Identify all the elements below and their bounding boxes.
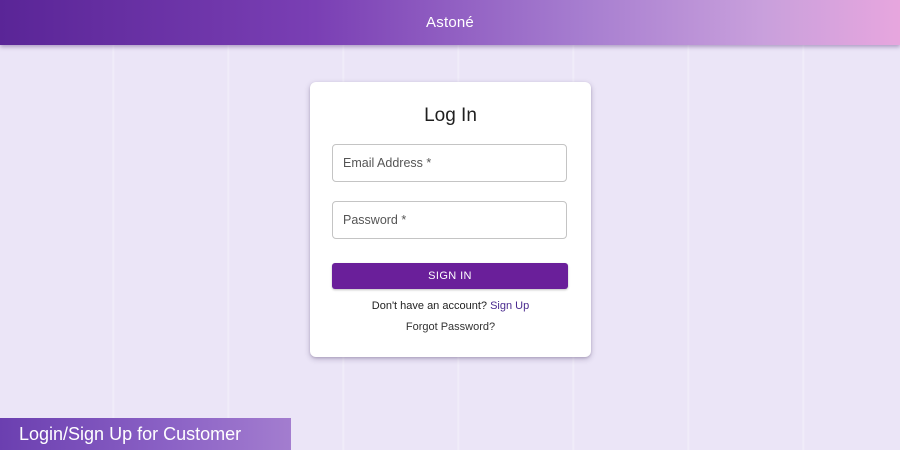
brand-title[interactable]: Astoné bbox=[426, 14, 474, 31]
login-title: Log In bbox=[424, 105, 477, 126]
sign-in-button[interactable]: SIGN IN bbox=[332, 263, 568, 289]
caption-banner: Login/Sign Up for Customer bbox=[0, 418, 291, 450]
email-field[interactable]: Email Address * bbox=[332, 144, 567, 182]
signup-prompt-line: Don't have an account? Sign Up bbox=[310, 300, 591, 312]
sign-up-link[interactable]: Sign Up bbox=[490, 300, 529, 312]
password-field[interactable]: Password * bbox=[332, 201, 567, 239]
password-field-label: Password * bbox=[343, 213, 407, 227]
login-card: Log In Email Address * Password * SIGN I… bbox=[310, 82, 591, 357]
email-field-label: Email Address * bbox=[343, 156, 432, 170]
signup-prompt-text: Don't have an account? bbox=[371, 300, 488, 312]
caption-text: Login/Sign Up for Customer bbox=[19, 423, 242, 444]
forgot-password-link[interactable]: Forgot Password? bbox=[310, 321, 591, 333]
app-header: Astoné bbox=[0, 0, 900, 45]
